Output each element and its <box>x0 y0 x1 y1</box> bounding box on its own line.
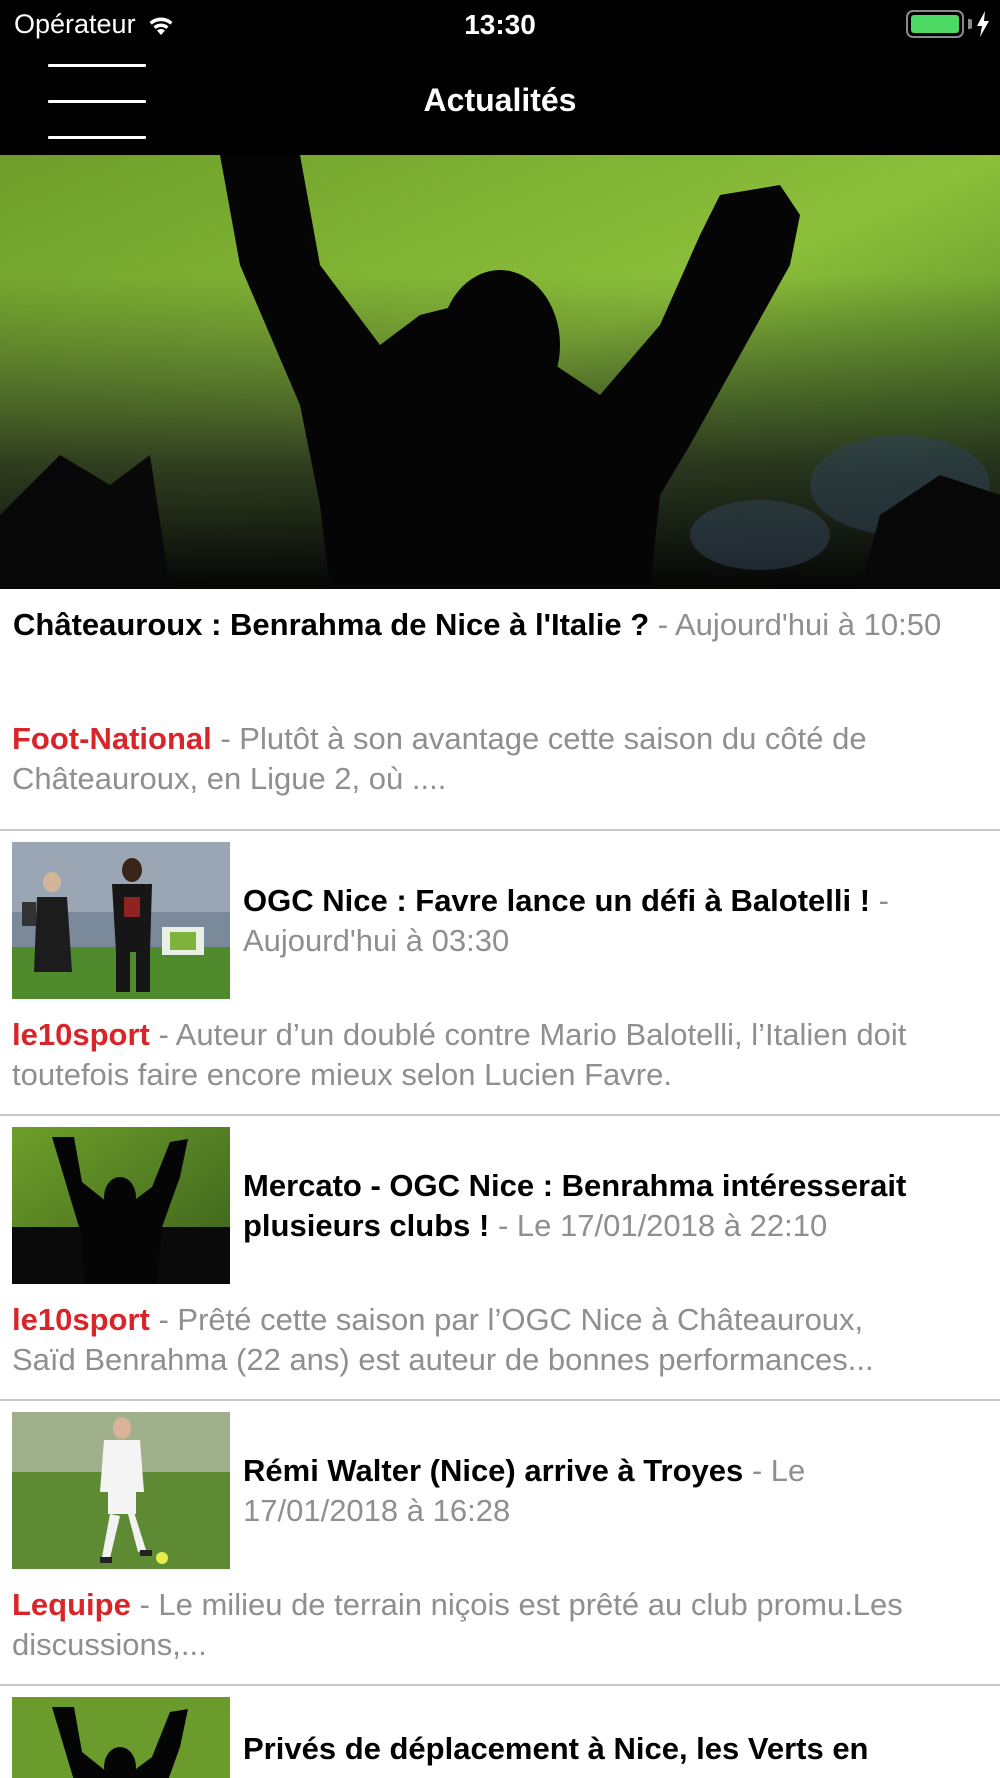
stadium-fan-silhouette-photo <box>0 155 1000 589</box>
news-summary-line: Saïd Benrahma (22 ans) est auteur de bon… <box>12 1342 874 1377</box>
news-item-heading: Rémi Walter (Nice) arrive à Troyes - Le … <box>230 1451 1000 1531</box>
news-item-heading: Privés de déplacement à Nice, les Verts … <box>230 1697 905 1769</box>
news-summary: Foot-National - Plutôt à son avantage ce… <box>0 719 1000 799</box>
status-bar: Opérateur 13:30 <box>0 0 1000 50</box>
news-thumbnail <box>12 1697 230 1778</box>
news-list: Châteauroux : Benrahma de Nice à l'Itali… <box>0 589 1000 1778</box>
news-title: Rémi Walter (Nice) arrive à Troyes <box>243 1452 744 1488</box>
news-title: OGC Nice : Favre lance un défi à Balotel… <box>243 882 871 918</box>
news-summary: le10sport - Auteur d’un doublé contre Ma… <box>0 1015 1000 1095</box>
page-title: Actualités <box>423 82 577 118</box>
news-source: le10sport <box>12 1302 150 1337</box>
news-title: Châteauroux : Benrahma de Nice à l'Itali… <box>13 607 650 642</box>
bolt-icon <box>977 11 989 37</box>
battery-level-fill <box>911 15 959 33</box>
news-item-head: OGC Nice : Favre lance un défi à Balotel… <box>0 842 1000 999</box>
news-thumbnail <box>12 1412 230 1569</box>
news-source: le10sport <box>12 1017 150 1052</box>
coach-and-player-photo <box>12 842 230 999</box>
news-item[interactable]: OGC Nice : Favre lance un défi à Balotel… <box>0 831 1000 1116</box>
navigation-bar: Actualités <box>0 50 1000 155</box>
news-item-heading: Châteauroux : Benrahma de Nice à l'Itali… <box>0 605 981 645</box>
news-item[interactable]: Privés de déplacement à Nice, les Verts … <box>0 1686 1000 1778</box>
news-summary: Lequipe - Le milieu de terrain niçois es… <box>0 1585 1000 1665</box>
news-source: Foot-National <box>12 721 212 756</box>
news-item-heading: Mercato - OGC Nice : Benrahma intéresser… <box>230 1166 1000 1246</box>
news-item-head: Privés de déplacement à Nice, les Verts … <box>0 1697 1000 1778</box>
news-source: Lequipe <box>12 1587 131 1622</box>
news-item[interactable]: Mercato - OGC Nice : Benrahma intéresser… <box>0 1116 1000 1401</box>
player-on-pitch-photo <box>12 1412 230 1569</box>
news-item-head: Mercato - OGC Nice : Benrahma intéresser… <box>0 1127 1000 1284</box>
news-item[interactable]: Châteauroux : Benrahma de Nice à l'Itali… <box>0 589 1000 831</box>
news-excerpt: - Le milieu de terrain niçois est prêté … <box>12 1587 903 1662</box>
hero-image[interactable] <box>0 155 1000 589</box>
stadium-fan-silhouette-photo <box>12 1697 230 1778</box>
battery-indicator <box>906 10 990 38</box>
status-time: 13:30 <box>464 9 536 40</box>
news-excerpt: - Prêté cette saison par l’OGC Nice à Ch… <box>149 1302 864 1337</box>
news-title: Privés de déplacement à Nice, les Verts … <box>243 1731 869 1766</box>
news-thumbnail <box>12 842 230 999</box>
news-item-head: Rémi Walter (Nice) arrive à Troyes - Le … <box>0 1412 1000 1569</box>
news-date: - Aujourd'hui à 10:50 <box>649 607 942 642</box>
battery-cap <box>968 19 972 29</box>
battery-icon <box>906 10 964 38</box>
news-summary: le10sport - Prêté cette saison par l’OGC… <box>0 1300 1000 1380</box>
news-item[interactable]: Rémi Walter (Nice) arrive à Troyes - Le … <box>0 1401 1000 1686</box>
news-date: - Le 17/01/2018 à 22:10 <box>489 1207 828 1243</box>
menu-line <box>48 64 146 67</box>
news-summary-line: le10sport - Prêté cette saison par l’OGC… <box>12 1300 988 1340</box>
news-item-heading: OGC Nice : Favre lance un défi à Balotel… <box>230 881 1000 961</box>
menu-line <box>48 136 146 139</box>
stadium-fan-silhouette-photo <box>12 1127 230 1284</box>
news-thumbnail <box>12 1127 230 1284</box>
